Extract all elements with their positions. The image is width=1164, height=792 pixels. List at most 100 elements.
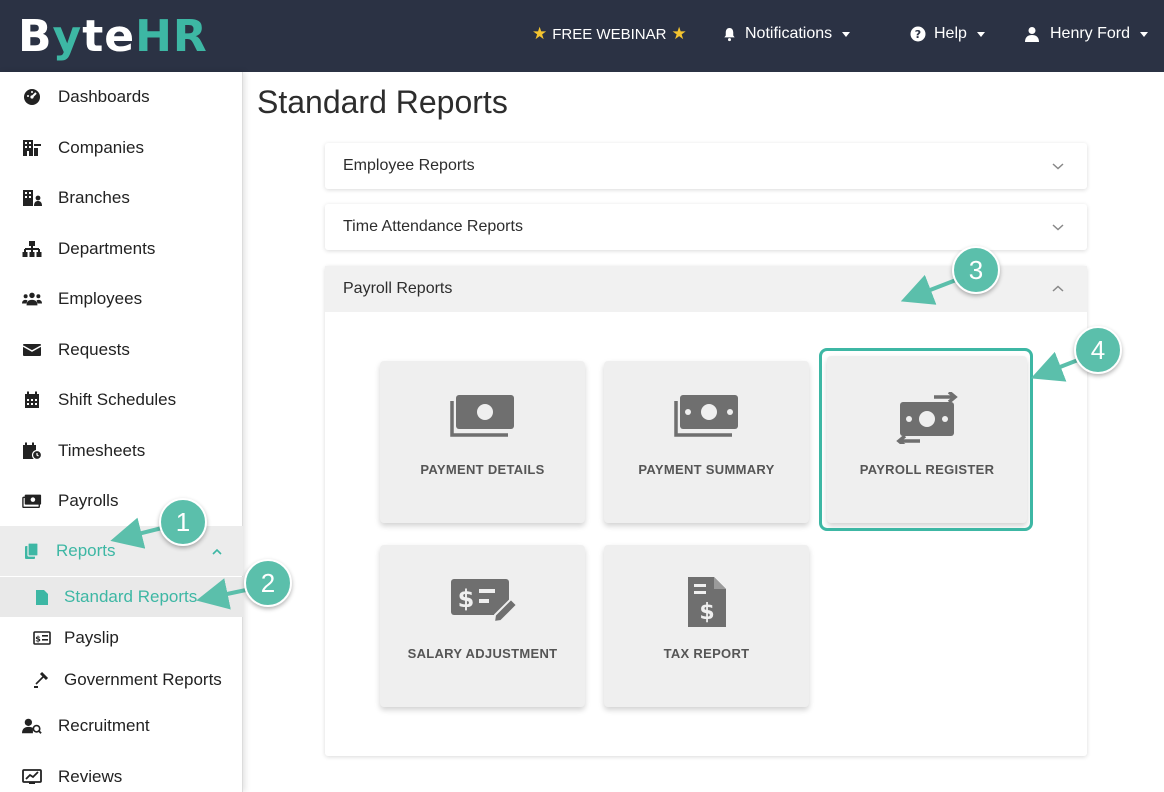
sidebar-item-label: Shift Schedules [58, 390, 177, 409]
sidebar-subitem-government-reports[interactable]: Government Reports [0, 660, 243, 700]
chevron-up-icon [212, 548, 222, 555]
accordion-title: Payroll Reports [343, 280, 453, 297]
payrolls-icon [22, 491, 42, 511]
logo-letters-hr: HR [135, 10, 208, 62]
sidebar-item-label: Recruitment [58, 716, 150, 735]
help-label: Help [934, 25, 967, 42]
svg-text:$: $ [35, 635, 41, 644]
sidebar-item-label: Payrolls [58, 491, 119, 510]
sidebar-subitem-standard-reports[interactable]: Standard Reports [0, 577, 243, 617]
dashboard-icon [22, 87, 42, 107]
requests-icon [22, 340, 42, 360]
sidebar-item-label: Departments [58, 239, 156, 258]
chevron-up-icon [1052, 285, 1064, 292]
accordion-title: Employee Reports [343, 157, 475, 174]
branches-icon [22, 188, 42, 208]
caret-down-icon [1140, 31, 1149, 37]
report-card-payment-summary[interactable]: PAYMENT SUMMARY [604, 361, 809, 523]
sidebar-item-label: Dashboards [58, 87, 150, 106]
sidebar: Dashboards Companies Branches Department… [0, 72, 243, 792]
payslip-icon: $ [33, 629, 51, 647]
notifications-label: Notifications [745, 25, 833, 42]
sidebar-item-dashboards[interactable]: Dashboards [0, 72, 243, 122]
bytehr-logo[interactable]: By te HR [18, 10, 208, 62]
sidebar-item-label: Reports [56, 541, 116, 560]
page-title: Standard Reports [257, 84, 508, 120]
sidebar-item-label: Branches [58, 188, 130, 207]
logo-letters-te: te [82, 10, 136, 62]
sidebar-item-label: Employees [58, 289, 143, 308]
companies-icon [22, 138, 42, 158]
annotation-badge-1: 1 [159, 498, 207, 546]
file-invoice-dollar-icon: $ [687, 577, 726, 627]
sidebar-subitem-label: Payslip [64, 628, 119, 647]
free-webinar-link[interactable]: ★ FREE WEBINAR ★ [532, 22, 687, 46]
accordion-title: Time Attendance Reports [343, 218, 523, 235]
sidebar-item-reports[interactable]: Reports [0, 526, 243, 576]
card-label: SALARY ADJUSTMENT [407, 646, 558, 661]
reviews-icon [22, 767, 42, 787]
sidebar-item-label: Timesheets [58, 441, 146, 460]
sidebar-item-label: Companies [58, 138, 144, 157]
accordion-time-attendance-reports: Time Attendance Reports [325, 204, 1087, 250]
annotation-badge-4: 4 [1074, 326, 1122, 374]
accordion-employee-reports: Employee Reports [325, 143, 1087, 189]
sidebar-item-timesheets[interactable]: Timesheets [0, 426, 243, 476]
sidebar-subitem-payslip[interactable]: $ Payslip [0, 618, 243, 658]
sidebar-item-label: Reviews [58, 767, 123, 786]
accordion-header[interactable]: Time Attendance Reports [325, 204, 1087, 250]
star-icon: ★ [532, 24, 548, 43]
employees-icon [22, 289, 42, 309]
sidebar-item-requests[interactable]: Requests [0, 325, 243, 375]
user-icon [1025, 27, 1039, 42]
top-navbar: By te HR ★ FREE WEBINAR ★ Notifications ? … [0, 0, 1164, 72]
file-icon [33, 588, 51, 606]
annotation-badge-2: 2 [244, 559, 292, 607]
money-stack-icon [449, 395, 514, 437]
gavel-icon [33, 671, 51, 689]
logo-letter-b: B [18, 10, 53, 62]
calendar-icon [22, 390, 42, 410]
star-icon: ★ [671, 24, 687, 43]
user-name-label: Henry Ford [1050, 25, 1131, 42]
logo-letter-y: y [52, 10, 83, 62]
caret-down-icon [976, 31, 985, 37]
chevron-down-icon [1052, 163, 1064, 170]
webinar-label: FREE WEBINAR [552, 25, 667, 43]
sidebar-item-branches[interactable]: Branches [0, 173, 243, 223]
sidebar-item-label: Requests [58, 340, 130, 359]
recruitment-icon [22, 716, 42, 736]
user-menu-dropdown[interactable]: Henry Ford [1024, 22, 1149, 46]
question-circle-icon: ? [910, 26, 926, 42]
departments-icon [22, 239, 42, 259]
report-card-tax-report[interactable]: $ TAX REPORT [604, 545, 809, 707]
report-card-payment-details[interactable]: PAYMENT DETAILS [380, 361, 585, 523]
notifications-dropdown[interactable]: Notifications [722, 22, 851, 46]
sidebar-subitem-label: Standard Reports [64, 587, 198, 606]
help-dropdown[interactable]: ? Help [910, 22, 985, 46]
bell-icon [724, 27, 735, 41]
highlight-frame [819, 348, 1033, 531]
sidebar-item-companies[interactable]: Companies [0, 123, 243, 173]
sidebar-item-departments[interactable]: Departments [0, 224, 243, 274]
card-label: PAYMENT DETAILS [420, 462, 545, 477]
sidebar-subitem-label: Government Reports [64, 670, 222, 689]
sidebar-item-reviews[interactable]: Reviews [0, 752, 243, 792]
money-check-edit-icon: $ [450, 579, 517, 623]
svg-text:$: $ [699, 600, 714, 625]
sidebar-item-recruitment[interactable]: Recruitment [0, 701, 243, 751]
reports-icon [22, 541, 42, 561]
money-stack-icon [673, 395, 738, 437]
chevron-down-icon [1052, 224, 1064, 231]
timesheets-icon [22, 441, 42, 461]
svg-text:?: ? [915, 28, 921, 41]
annotation-badge-3: 3 [952, 246, 1000, 294]
svg-text:$: $ [457, 585, 474, 613]
card-label: PAYMENT SUMMARY [638, 462, 775, 477]
accordion-header[interactable]: Employee Reports [325, 143, 1087, 189]
card-label: TAX REPORT [663, 646, 750, 661]
sidebar-item-employees[interactable]: Employees [0, 274, 243, 324]
caret-down-icon [842, 31, 851, 37]
sidebar-item-shift-schedules[interactable]: Shift Schedules [0, 375, 243, 425]
report-card-salary-adjustment[interactable]: $ SALARY ADJUSTMENT [380, 545, 585, 707]
